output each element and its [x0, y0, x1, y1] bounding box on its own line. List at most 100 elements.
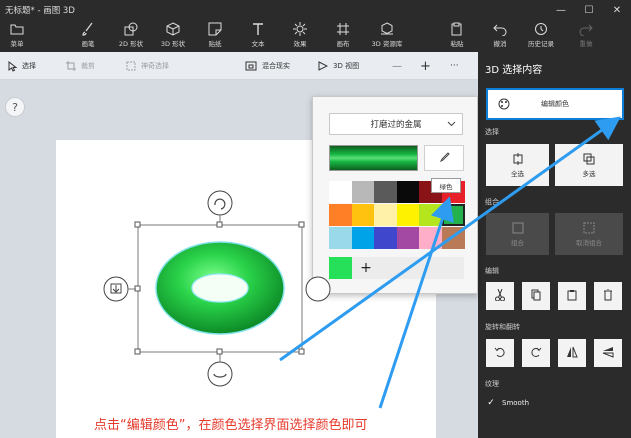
- 3d-view-button[interactable]: 3D 视图: [318, 52, 359, 80]
- add-color-button[interactable]: +: [356, 257, 376, 279]
- 3d-library-label: 3D 资源库: [371, 40, 403, 48]
- color-swatch[interactable]: [374, 181, 397, 203]
- smooth-checkbox[interactable]: ✓ Smooth: [486, 398, 529, 408]
- ungroup-button[interactable]: 取消组合: [555, 213, 623, 255]
- multi-select-label: 多选: [582, 169, 596, 178]
- window-title: 无标题* - 画图 3D: [5, 6, 75, 16]
- color-swatch[interactable]: [374, 227, 397, 249]
- stickers-button[interactable]: 贴纸: [195, 22, 235, 50]
- help-button[interactable]: ?: [5, 97, 25, 117]
- color-swatch[interactable]: [419, 227, 442, 249]
- color-swatch[interactable]: [419, 204, 442, 226]
- deselect-button[interactable]: 全选: [486, 144, 549, 186]
- effects-button[interactable]: 效果: [280, 22, 320, 50]
- effects-icon: [293, 22, 307, 36]
- canvas-icon: [336, 22, 350, 36]
- canvas-label: 画布: [336, 40, 350, 48]
- group-label: 组合: [511, 238, 524, 247]
- color-swatch[interactable]: [396, 227, 420, 249]
- brushes-button[interactable]: 画笔: [68, 22, 108, 50]
- maximize-button[interactable]: ☐: [575, 0, 603, 20]
- brushes-label: 画笔: [81, 40, 95, 48]
- menu-button[interactable]: 菜单: [0, 22, 37, 50]
- flip-horizontal-button[interactable]: [558, 339, 586, 367]
- 3d-library-button[interactable]: 3D 资源库: [367, 22, 407, 50]
- toolbar: 选择 裁剪 神奇选择 混合现实 3D 视图 — + ···: [0, 52, 478, 80]
- section-edit-label: 编辑: [485, 267, 499, 275]
- history-button[interactable]: 历史记录: [521, 22, 561, 50]
- ribbon: 菜单 画笔 2D 形状 3D 形状 贴纸 文本 效果 画布 3D 资源库 粘贴 …: [0, 20, 631, 52]
- close-button[interactable]: ✕: [603, 0, 631, 20]
- color-swatch[interactable]: [374, 204, 397, 226]
- 3d-view-label: 3D 视图: [333, 62, 360, 70]
- color-swatch[interactable]: [351, 181, 375, 203]
- copy-button[interactable]: [522, 282, 550, 310]
- material-dropdown[interactable]: 打磨过的金属: [329, 113, 463, 135]
- color-swatch[interactable]: [329, 181, 352, 203]
- chevron-down-icon: [447, 119, 456, 131]
- scissors-icon: [495, 288, 505, 303]
- delete-button[interactable]: [594, 282, 622, 310]
- paste-label: 粘贴: [450, 40, 464, 48]
- 3d-shapes-icon: [166, 22, 180, 36]
- folder-icon: [10, 22, 24, 36]
- rotate-right-icon: [530, 346, 542, 360]
- menu-label: 菜单: [10, 40, 24, 48]
- flip-vertical-button[interactable]: [594, 339, 622, 367]
- material-value: 打磨过的金属: [370, 120, 422, 130]
- text-button[interactable]: 文本: [238, 22, 278, 50]
- palette-icon: [498, 98, 510, 112]
- rotate-left-button[interactable]: [486, 339, 514, 367]
- edit-color-button[interactable]: 编辑颜色: [486, 88, 624, 120]
- multi-select-button[interactable]: 多选: [555, 144, 623, 186]
- magic-select-tool[interactable]: 神奇选择: [126, 52, 169, 80]
- 3d-shapes-button[interactable]: 3D 形状: [153, 22, 193, 50]
- color-swatch[interactable]: [351, 204, 375, 226]
- right-panel: 3D 选择内容 编辑颜色 选择 全选 多选 组合 组合 取消组合 编辑 旋转和翻…: [478, 52, 631, 438]
- color-picker-popup: 打磨过的金属 绿色 +: [312, 96, 478, 294]
- zoom-in-button[interactable]: +: [420, 52, 431, 80]
- mixed-reality-icon: [245, 61, 257, 71]
- current-color-swatch: [329, 145, 418, 171]
- paste-panel-button[interactable]: [558, 282, 586, 310]
- cut-button[interactable]: [486, 282, 514, 310]
- custom-color-swatch[interactable]: [329, 257, 352, 279]
- flip-horizontal-icon: [566, 346, 578, 360]
- paste-button[interactable]: 粘贴: [437, 22, 477, 50]
- color-swatch[interactable]: [396, 204, 420, 226]
- color-swatch[interactable]: [396, 181, 420, 203]
- canvas-button[interactable]: 画布: [323, 22, 363, 50]
- crop-icon: [66, 61, 76, 71]
- redo-label: 重做: [579, 40, 593, 48]
- 2d-shapes-button[interactable]: 2D 形状: [111, 22, 151, 50]
- rotate-right-button[interactable]: [522, 339, 550, 367]
- minimize-button[interactable]: —: [547, 0, 575, 20]
- ungroup-icon: [583, 222, 595, 234]
- select-all-icon: [512, 152, 524, 165]
- group-button[interactable]: 组合: [486, 213, 549, 255]
- more-label: ···: [450, 61, 459, 71]
- effects-label: 效果: [293, 40, 307, 48]
- crop-tool[interactable]: 裁剪: [66, 52, 95, 80]
- crop-label: 裁剪: [81, 62, 95, 70]
- color-swatch[interactable]: [441, 204, 465, 226]
- more-button[interactable]: ···: [450, 52, 459, 80]
- window-controls: — ☐ ✕: [547, 0, 631, 20]
- redo-icon: [579, 22, 593, 36]
- custom-colors-row: +: [329, 257, 464, 279]
- eyedropper-button[interactable]: [424, 145, 464, 171]
- redo-button[interactable]: 重做: [566, 22, 606, 50]
- brush-icon: [81, 22, 95, 36]
- text-icon: [251, 22, 265, 36]
- color-swatch[interactable]: [351, 227, 375, 249]
- color-swatch[interactable]: [329, 227, 352, 249]
- undo-icon: [493, 22, 507, 36]
- section-group-label: 组合: [485, 198, 499, 206]
- zoom-out-button[interactable]: —: [392, 52, 402, 80]
- select-tool[interactable]: 选择: [8, 52, 36, 80]
- mixed-reality-button[interactable]: 混合现实: [245, 52, 290, 80]
- paste-icon: [450, 22, 464, 36]
- color-swatch[interactable]: [441, 227, 465, 249]
- undo-button[interactable]: 撤消: [480, 22, 520, 50]
- color-swatch[interactable]: [329, 204, 352, 226]
